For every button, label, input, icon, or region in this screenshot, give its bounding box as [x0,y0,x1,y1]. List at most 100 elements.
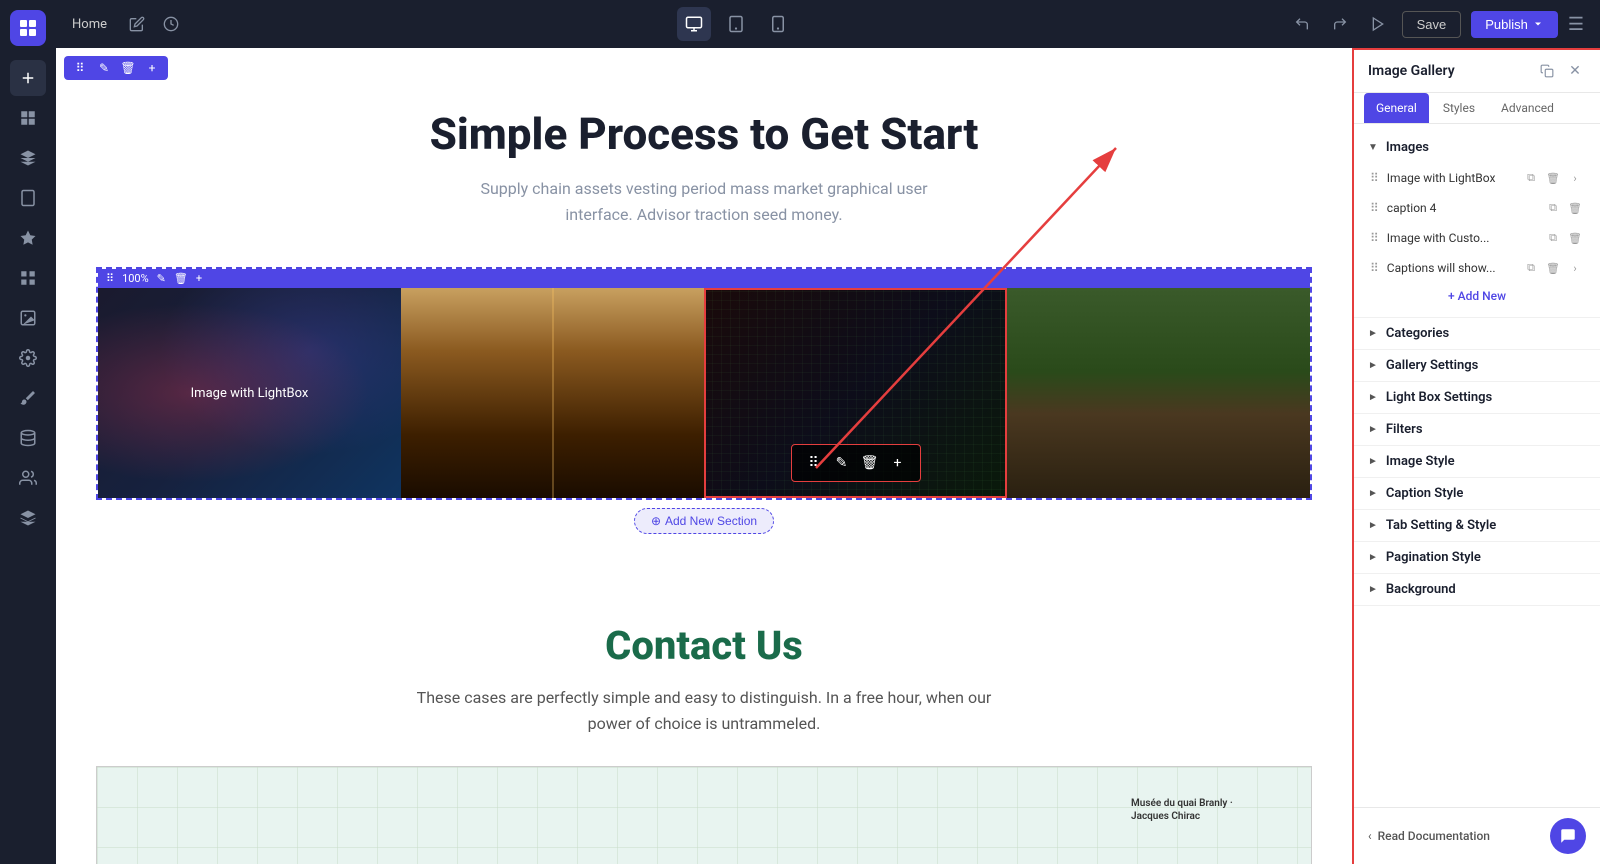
item-copy-1[interactable]: ⧉ [1544,199,1562,217]
background-header[interactable]: ► Background [1354,574,1600,605]
section1-subtitle: Supply chain assets vesting period mass … [454,176,954,227]
item-delete-1[interactable]: 🗑 [1566,199,1584,217]
read-documentation-link[interactable]: Read Documentation [1378,829,1490,843]
panel-close-icon[interactable]: ✕ [1564,60,1586,82]
edit-tool[interactable] [123,10,151,38]
sidebar-icon-grid[interactable] [10,100,46,136]
item-delete-2[interactable]: 🗑 [1566,229,1584,247]
chat-bubble[interactable] [1550,818,1586,854]
panel-copy-icon[interactable] [1536,60,1558,82]
gallery-move-icon[interactable]: ⠿ [106,272,114,285]
panel-section-filters: ► Filters [1354,414,1600,446]
gallery-edit-icon[interactable]: ✎ [157,272,166,285]
lightbox-label: Light Box Settings [1386,390,1492,405]
gallery-image-3[interactable]: ⠿ ✎ 🗑 + [704,288,1007,498]
section-move-icon[interactable]: ⠿ [70,58,90,78]
gallery-image-4[interactable] [1007,288,1310,498]
filters-header[interactable]: ► Filters [1354,414,1600,445]
sidebar-icon-plugins[interactable] [10,500,46,536]
image-item-0[interactable]: ⠿ Image with LightBox ⧉ 🗑 › [1362,163,1592,193]
item-name-2: Image with Custo... [1387,231,1536,245]
tab-styles[interactable]: Styles [1431,93,1487,123]
sidebar-icon-users[interactable] [10,460,46,496]
tab-setting-header[interactable]: ► Tab Setting & Style [1354,510,1600,541]
tab-general[interactable]: General [1364,93,1429,123]
pagination-label: Pagination Style [1386,550,1481,565]
app-logo[interactable] [10,10,46,46]
lightbox-header[interactable]: ► Light Box Settings [1354,382,1600,413]
image-item-1[interactable]: ⠿ caption 4 ⧉ 🗑 [1362,193,1592,223]
sidebar-icon-widget[interactable] [10,260,46,296]
image-item-2[interactable]: ⠿ Image with Custo... ⧉ 🗑 [1362,223,1592,253]
sidebar-icon-settings[interactable] [10,340,46,376]
panel-section-lightbox: ► Light Box Settings [1354,382,1600,414]
item-expand-0[interactable]: › [1566,169,1584,187]
section-edit-icon[interactable]: ✎ [94,58,114,78]
images-section-header[interactable]: ▼ Images [1354,132,1600,163]
panel-section-pagination: ► Pagination Style [1354,542,1600,574]
item-delete-0[interactable]: 🗑 [1544,169,1562,187]
section-add-icon[interactable]: + [142,58,162,78]
drag-icon-3[interactable]: ⠿ [1370,261,1379,275]
sidebar-icon-page[interactable] [10,180,46,216]
sidebar-icon-star[interactable] [10,220,46,256]
add-new-image-btn[interactable]: + Add New [1362,283,1592,309]
caption-style-header[interactable]: ► Caption Style [1354,478,1600,509]
gallery-image-2[interactable] [401,288,704,498]
item-copy-3[interactable]: ⧉ [1522,259,1540,277]
images-list: ⠿ Image with LightBox ⧉ 🗑 › ⠿ caption 4 … [1354,163,1600,317]
undo-button[interactable] [1288,10,1316,38]
panel-title: Image Gallery [1368,63,1455,79]
add-section-button[interactable]: ⊕ Add New Section [634,508,774,534]
publish-button[interactable]: Publish [1471,11,1558,38]
save-button[interactable]: Save [1402,11,1462,38]
redo-button[interactable] [1326,10,1354,38]
image-item-3[interactable]: ⠿ Captions will show... ⧉ 🗑 › [1362,253,1592,283]
drag-icon-2[interactable]: ⠿ [1370,231,1379,245]
item-copy-0[interactable]: ⧉ [1522,169,1540,187]
gallery-image-1[interactable]: Image with LightBox [98,288,401,498]
item-name-1: caption 4 [1387,201,1536,215]
img3-delete-icon[interactable]: 🗑 [858,451,882,475]
home-breadcrumb[interactable]: Home [72,17,107,32]
sidebar-icon-layers[interactable] [10,140,46,176]
left-sidebar [0,0,56,864]
item-delete-3[interactable]: 🗑 [1544,259,1562,277]
tablet-device-btn[interactable] [719,7,753,41]
sidebar-icon-add[interactable] [10,60,46,96]
panel-footer[interactable]: ‹ Read Documentation [1354,807,1600,864]
img3-edit-icon[interactable]: ✎ [830,451,854,475]
image-style-header[interactable]: ► Image Style [1354,446,1600,477]
img3-move-icon[interactable]: ⠿ [802,451,826,475]
panel-header: Image Gallery ✕ [1354,50,1600,93]
panel-section-background: ► Background [1354,574,1600,606]
sidebar-icon-image[interactable] [10,300,46,336]
item-name-3: Captions will show... [1387,261,1514,275]
gallery-settings-header[interactable]: ► Gallery Settings [1354,350,1600,381]
pagination-header[interactable]: ► Pagination Style [1354,542,1600,573]
item-expand-3[interactable]: › [1566,259,1584,277]
tab-setting-label: Tab Setting & Style [1386,518,1496,533]
menu-button[interactable]: ☰ [1568,14,1584,35]
section-delete-icon[interactable]: 🗑 [118,58,138,78]
sidebar-icon-brush[interactable] [10,380,46,416]
img3-add-icon[interactable]: + [886,451,910,475]
play-button[interactable] [1364,10,1392,38]
gallery-inner-bar: ⠿ 100% ✎ 🗑 + [98,269,1310,288]
panel-section-images: ▼ Images ⠿ Image with LightBox ⧉ 🗑 › ⠿ c… [1354,132,1600,318]
mobile-device-btn[interactable] [761,7,795,41]
gallery-delete-icon[interactable]: 🗑 [174,272,188,285]
panel-section-caption-style: ► Caption Style [1354,478,1600,510]
sidebar-icon-data[interactable] [10,420,46,456]
drag-icon-0[interactable]: ⠿ [1370,171,1379,185]
drag-icon-1[interactable]: ⠿ [1370,201,1379,215]
gallery-wrapper: ⠿ 100% ✎ 🗑 + Image with LightBox [96,267,1312,500]
gallery-add-icon[interactable]: + [196,272,202,285]
contact-title: Contact Us [96,622,1312,669]
contact-body: These cases are perfectly simple and eas… [404,685,1004,736]
desktop-device-btn[interactable] [677,7,711,41]
item-copy-2[interactable]: ⧉ [1544,229,1562,247]
tab-advanced[interactable]: Advanced [1489,93,1566,123]
history-tool[interactable] [157,10,185,38]
categories-header[interactable]: ► Categories [1354,318,1600,349]
